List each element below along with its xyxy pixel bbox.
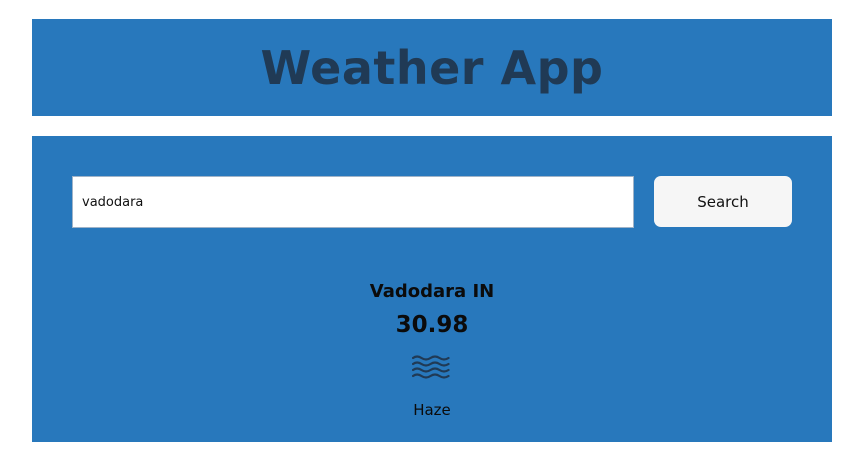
search-button[interactable]: Search [654, 176, 792, 227]
weather-condition: Haze [413, 401, 451, 419]
app-title: Weather App [260, 40, 604, 95]
city-search-input[interactable] [72, 176, 634, 228]
weather-panel: Search Vadodara IN 30.98 Haze [32, 136, 832, 442]
city-name: Vadodara IN [369, 281, 495, 302]
temperature-value: 30.98 [395, 312, 469, 338]
app-header: Weather App [32, 19, 832, 116]
haze-icon [412, 355, 450, 379]
